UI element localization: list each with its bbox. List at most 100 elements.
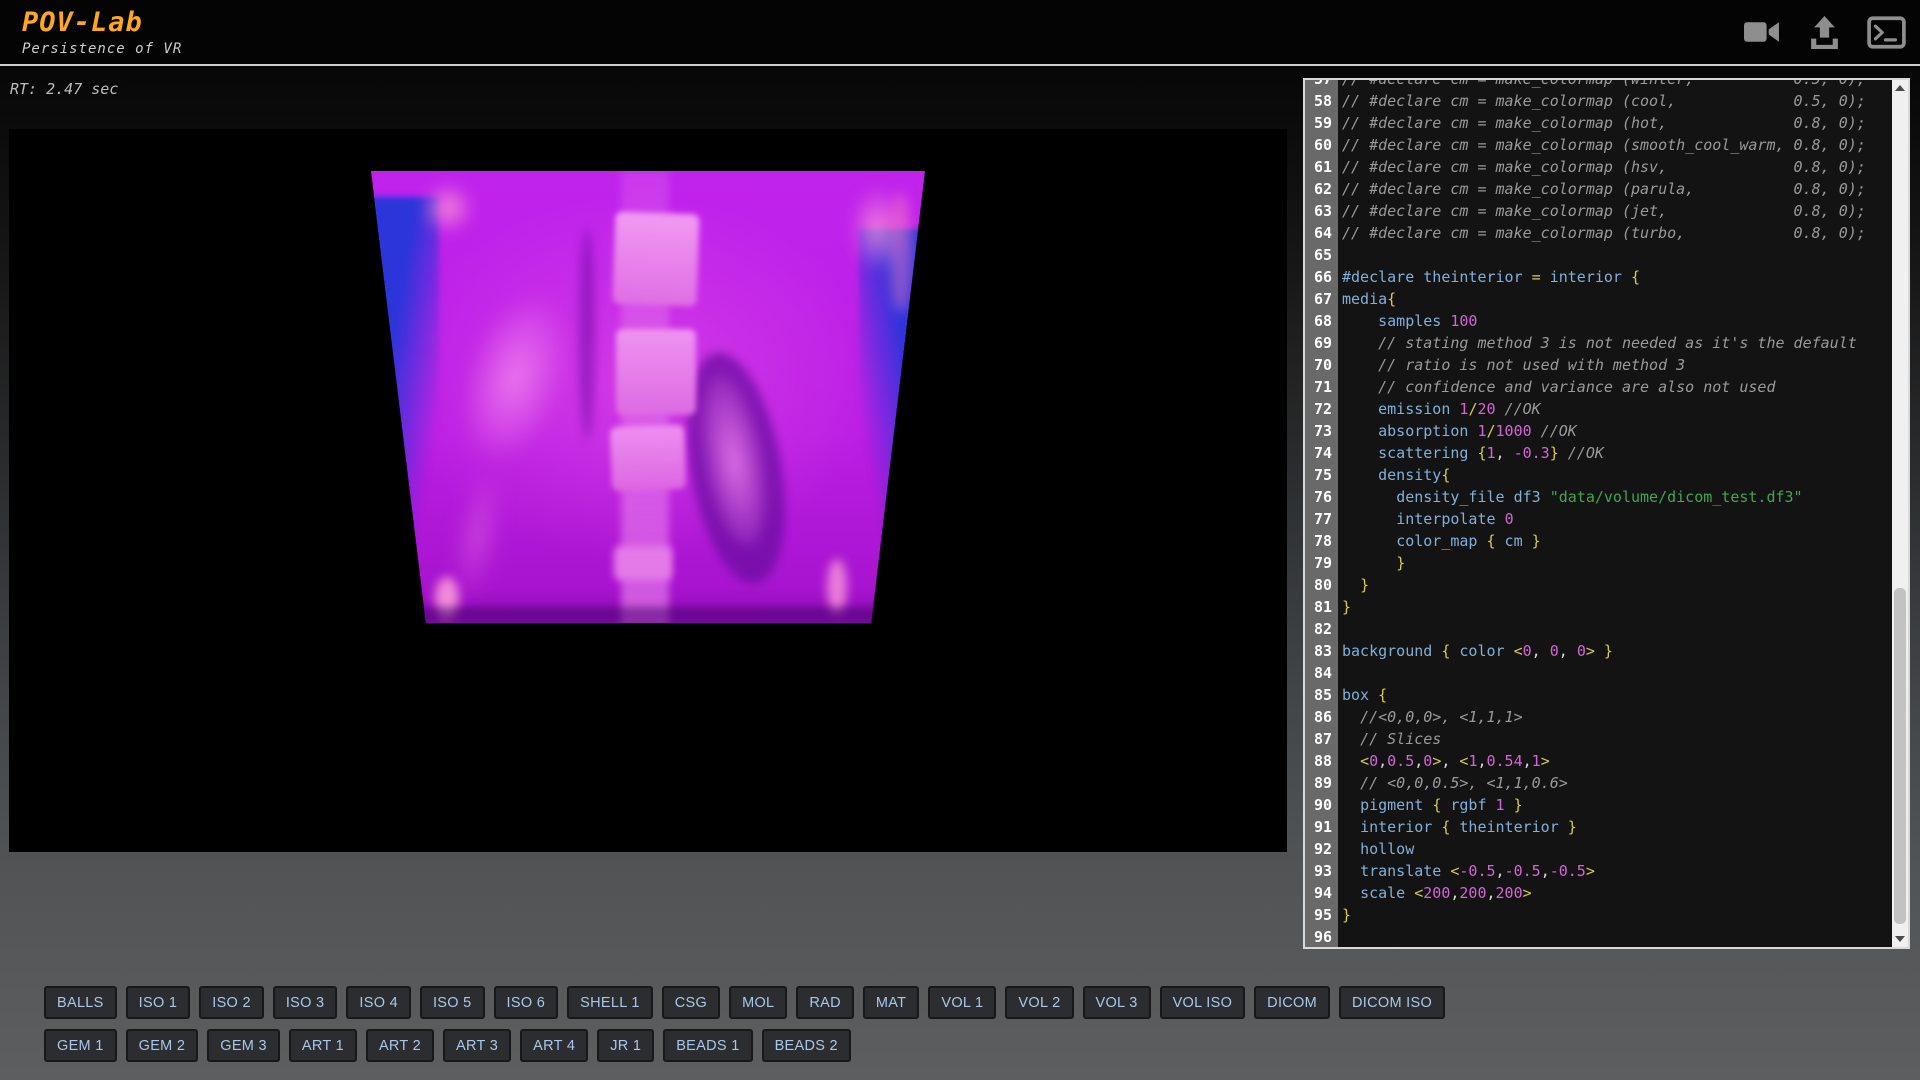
line-number: 74 — [1305, 442, 1338, 464]
code-line-text: // #declare cm = make_colormap (turbo, 0… — [1338, 222, 1866, 244]
code-line-text: // #declare cm = make_colormap (jet, 0.8… — [1338, 200, 1866, 222]
scroll-down-button[interactable] — [1892, 931, 1908, 947]
code-line: 62// #declare cm = make_colormap (parula… — [1305, 178, 1892, 200]
scene-button-vol-1[interactable]: VOL 1 — [928, 986, 996, 1019]
code-line-text: #declare theinterior = interior { — [1338, 266, 1640, 288]
line-number: 65 — [1305, 244, 1338, 266]
scene-button-gem-3[interactable]: GEM 3 — [207, 1029, 280, 1062]
render-viewport[interactable] — [9, 129, 1287, 852]
scene-button-mol[interactable]: MOL — [729, 986, 787, 1019]
render-vertebra-4 — [614, 546, 672, 580]
scene-button-balls[interactable]: BALLS — [44, 986, 117, 1019]
render-bottom-shadow — [411, 607, 885, 623]
scene-button-iso-4[interactable]: ISO 4 — [346, 986, 411, 1019]
code-line: 82 — [1305, 618, 1892, 640]
code-line-text: } — [1338, 552, 1405, 574]
code-line-text — [1338, 244, 1342, 266]
scene-button-gem-2[interactable]: GEM 2 — [126, 1029, 199, 1062]
scene-button-gem-1[interactable]: GEM 1 — [44, 1029, 117, 1062]
code-line: 91 interior { theinterior } — [1305, 816, 1892, 838]
scene-button-vol-3[interactable]: VOL 3 — [1083, 986, 1151, 1019]
line-number: 82 — [1305, 618, 1338, 640]
code-line: 70 // ratio is not used with method 3 — [1305, 354, 1892, 376]
render-vertebra-1 — [612, 212, 699, 307]
code-editor[interactable]: 57// #declare cm = make_colormap (winter… — [1303, 78, 1910, 949]
line-number: 63 — [1305, 200, 1338, 222]
line-number: 76 — [1305, 486, 1338, 508]
code-line-text: // #declare cm = make_colormap (hsv, 0.8… — [1338, 156, 1866, 178]
scene-button-iso-1[interactable]: ISO 1 — [126, 986, 191, 1019]
scene-button-iso-3[interactable]: ISO 3 — [273, 986, 338, 1019]
code-line-text — [1338, 662, 1342, 684]
code-line-text: density{ — [1338, 464, 1450, 486]
scene-button-beads-1[interactable]: BEADS 1 — [663, 1029, 752, 1062]
scene-button-iso-2[interactable]: ISO 2 — [199, 986, 264, 1019]
code-line: 89 // <0,0,0.5>, <1,1,0.6> — [1305, 772, 1892, 794]
render-vertebra-2 — [616, 329, 696, 415]
code-line: 88 <0,0.5,0>, <1,0.54,1> — [1305, 750, 1892, 772]
line-number: 77 — [1305, 508, 1338, 530]
line-number: 72 — [1305, 398, 1338, 420]
scene-button-iso-5[interactable]: ISO 5 — [420, 986, 485, 1019]
code-line: 74 scattering {1, -0.3} //OK — [1305, 442, 1892, 464]
line-number: 90 — [1305, 794, 1338, 816]
scroll-up-button[interactable] — [1892, 80, 1908, 96]
code-line: 65 — [1305, 244, 1892, 266]
render-vertebra-3 — [610, 425, 686, 492]
code-line-text: density_file df3 "data/volume/dicom_test… — [1338, 486, 1803, 508]
terminal-icon[interactable] — [1866, 14, 1906, 50]
code-line-text: // ratio is not used with method 3 — [1338, 354, 1685, 376]
line-number: 79 — [1305, 552, 1338, 574]
line-number: 93 — [1305, 860, 1338, 882]
scene-button-vol-iso[interactable]: VOL ISO — [1160, 986, 1246, 1019]
render-blue-band-left — [363, 197, 439, 623]
code-line-text: // <0,0,0.5>, <1,1,0.6> — [1338, 772, 1568, 794]
line-number: 70 — [1305, 354, 1338, 376]
code-line-text: color_map { cm } — [1338, 530, 1541, 552]
line-number: 66 — [1305, 266, 1338, 288]
code-scroll-area[interactable]: 57// #declare cm = make_colormap (winter… — [1305, 80, 1892, 947]
code-line-text: //<0,0,0>, <1,1,1> — [1338, 706, 1523, 728]
code-line-text: emission 1/20 //OK — [1338, 398, 1541, 420]
scene-button-vol-2[interactable]: VOL 2 — [1005, 986, 1073, 1019]
line-number: 71 — [1305, 376, 1338, 398]
scene-button-csg[interactable]: CSG — [662, 986, 720, 1019]
line-number: 87 — [1305, 728, 1338, 750]
scene-button-art-2[interactable]: ART 2 — [366, 1029, 434, 1062]
scene-button-mat[interactable]: MAT — [863, 986, 919, 1019]
scene-button-jr-1[interactable]: JR 1 — [597, 1029, 654, 1062]
scene-button-beads-2[interactable]: BEADS 2 — [762, 1029, 851, 1062]
code-line: 78 color_map { cm } — [1305, 530, 1892, 552]
line-number: 75 — [1305, 464, 1338, 486]
scene-button-shell-1[interactable]: SHELL 1 — [567, 986, 653, 1019]
editor-scrollbar[interactable] — [1892, 80, 1908, 947]
line-number: 64 — [1305, 222, 1338, 244]
line-number: 80 — [1305, 574, 1338, 596]
code-line: 69 // stating method 3 is not needed as … — [1305, 332, 1892, 354]
line-number: 68 — [1305, 310, 1338, 332]
line-number: 89 — [1305, 772, 1338, 794]
scrollbar-thumb[interactable] — [1894, 588, 1906, 924]
code-line: 60// #declare cm = make_colormap (smooth… — [1305, 134, 1892, 156]
scene-button-rad[interactable]: RAD — [796, 986, 854, 1019]
scene-button-iso-6[interactable]: ISO 6 — [494, 986, 559, 1019]
render-time-label: RT: 2.47 sec — [10, 80, 118, 98]
video-camera-icon[interactable] — [1742, 14, 1782, 50]
code-line-text: translate <-0.5,-0.5,-0.5> — [1338, 860, 1595, 882]
scene-button-art-4[interactable]: ART 4 — [520, 1029, 588, 1062]
line-number: 86 — [1305, 706, 1338, 728]
line-number: 85 — [1305, 684, 1338, 706]
scene-button-dicom[interactable]: DICOM — [1254, 986, 1330, 1019]
code-line: 67media{ — [1305, 288, 1892, 310]
code-line: 58// #declare cm = make_colormap (cool, … — [1305, 90, 1892, 112]
scene-button-art-3[interactable]: ART 3 — [443, 1029, 511, 1062]
scene-button-dicom-iso[interactable]: DICOM ISO — [1339, 986, 1445, 1019]
code-line: 81} — [1305, 596, 1892, 618]
code-line: 93 translate <-0.5,-0.5,-0.5> — [1305, 860, 1892, 882]
app-title: POV-Lab — [22, 7, 182, 38]
code-line-text: hollow — [1338, 838, 1414, 860]
upload-icon[interactable] — [1804, 14, 1844, 50]
code-line-text — [1338, 926, 1342, 947]
code-line: 63// #declare cm = make_colormap (jet, 0… — [1305, 200, 1892, 222]
scene-button-art-1[interactable]: ART 1 — [289, 1029, 357, 1062]
